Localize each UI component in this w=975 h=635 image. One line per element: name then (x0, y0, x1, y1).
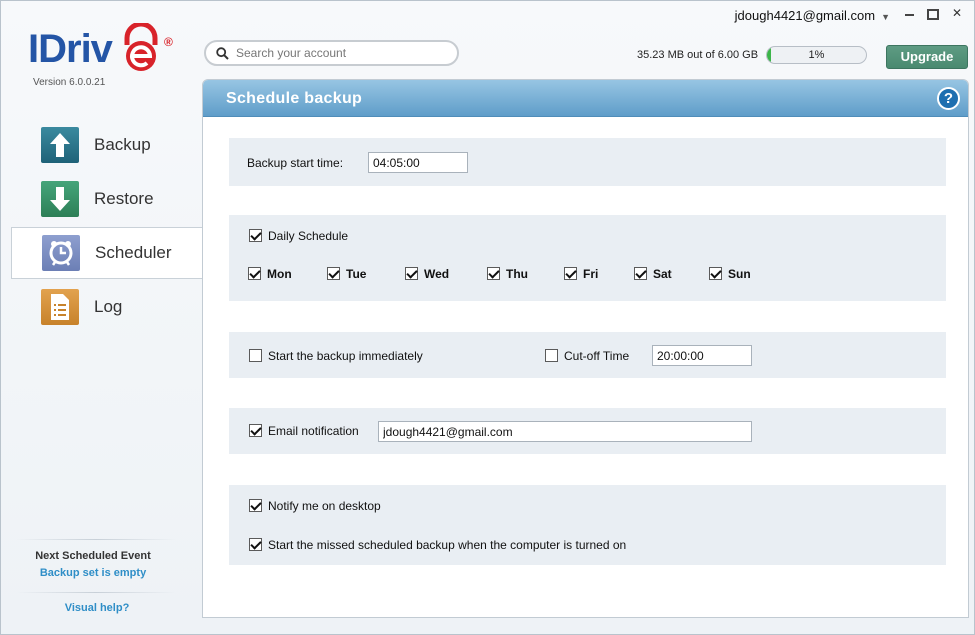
window-controls: ✕ (902, 5, 964, 21)
day-label-tue: Tue (346, 267, 367, 281)
close-icon[interactable]: ✕ (950, 5, 964, 21)
upgrade-button[interactable]: Upgrade (886, 45, 968, 69)
version-label: Version 6.0.0.21 (33, 77, 106, 88)
day-label-thu: Thu (506, 267, 528, 281)
email-notification-checkbox[interactable] (249, 424, 262, 437)
day-label-sat: Sat (653, 267, 672, 281)
sidebar-item-scheduler[interactable]: Scheduler (11, 227, 204, 279)
chevron-down-icon: ▼ (881, 11, 890, 22)
sidebar-item-label: Scheduler (95, 243, 172, 262)
missed-backup-label: Start the missed scheduled backup when t… (268, 538, 627, 552)
sidebar-nav: Backup Restore Scheduler Log (11, 119, 204, 335)
sidebar-item-label: Backup (94, 135, 151, 154)
logo-text: IDriv (28, 27, 113, 71)
schedule-panel: Schedule backup ? Backup start time: Dai… (202, 79, 969, 618)
cutoff-time-input[interactable] (652, 345, 752, 366)
logo-lock-e-icon (124, 23, 158, 71)
start-time-label: Backup start time: (247, 156, 344, 170)
panel-header: Schedule backup ? (203, 80, 968, 117)
sidebar-item-restore[interactable]: Restore (11, 173, 203, 225)
next-event-value[interactable]: Backup set is empty (1, 567, 185, 579)
email-field[interactable] (378, 421, 752, 442)
account-menu[interactable]: jdough4421@gmail.com ▼ (735, 8, 890, 23)
search-box[interactable] (204, 40, 459, 66)
next-event-title: Next Scheduled Event (35, 550, 151, 562)
maximize-icon[interactable] (926, 5, 940, 21)
logo-registered-mark: ® (164, 35, 173, 49)
alarm-clock-icon (42, 235, 80, 271)
download-arrow-icon (41, 181, 79, 217)
help-icon[interactable]: ? (937, 87, 960, 110)
start-immediately-label: Start the backup immediately (268, 349, 423, 363)
email-notification-section: Email notification (229, 408, 946, 454)
daily-schedule-section: Daily Schedule Mon Tue Wed Thu Fri Sat S… (229, 215, 946, 301)
day-checkbox-tue[interactable] (327, 267, 340, 280)
sidebar-item-label: Log (94, 297, 123, 316)
day-label-sun: Sun (728, 267, 751, 281)
day-checkbox-sat[interactable] (634, 267, 647, 280)
app-window: jdough4421@gmail.com ▼ ✕ IDriv ® Version … (0, 0, 975, 635)
sidebar-divider (16, 539, 176, 540)
day-checkbox-thu[interactable] (487, 267, 500, 280)
cutoff-time-label: Cut-off Time (564, 349, 630, 363)
start-options-section: Start the backup immediately Cut-off Tim… (229, 332, 946, 378)
start-time-section: Backup start time: (229, 138, 946, 186)
missed-backup-checkbox[interactable] (249, 538, 262, 551)
daily-schedule-checkbox[interactable] (249, 229, 262, 242)
day-checkbox-sun[interactable] (709, 267, 722, 280)
cutoff-time-checkbox[interactable] (545, 349, 558, 362)
storage-progress-bar: 1% (766, 46, 867, 64)
day-checkbox-mon[interactable] (248, 267, 261, 280)
day-checkbox-wed[interactable] (405, 267, 418, 280)
notify-desktop-checkbox[interactable] (249, 499, 262, 512)
sidebar-divider (16, 592, 176, 593)
search-icon (216, 46, 229, 60)
search-input[interactable] (236, 46, 446, 60)
sidebar-item-log[interactable]: Log (11, 281, 203, 333)
minimize-icon[interactable] (902, 5, 916, 21)
start-immediately-checkbox[interactable] (249, 349, 262, 362)
storage-progress-label: 1% (808, 49, 825, 61)
sidebar-item-label: Restore (94, 189, 154, 208)
notification-options-section: Notify me on desktop Start the missed sc… (229, 485, 946, 565)
day-label-mon: Mon (267, 267, 292, 281)
upload-arrow-icon (41, 127, 79, 163)
page-title: Schedule backup (226, 90, 363, 107)
document-list-icon (41, 289, 79, 325)
sidebar-item-backup[interactable]: Backup (11, 119, 203, 171)
storage-usage-text: 35.23 MB out of 6.00 GB (637, 49, 759, 61)
day-label-fri: Fri (583, 267, 599, 281)
visual-help-link[interactable]: Visual help? (1, 602, 193, 614)
account-email: jdough4421@gmail.com (734, 8, 876, 23)
day-checkbox-fri[interactable] (564, 267, 577, 280)
notify-desktop-label: Notify me on desktop (268, 499, 381, 513)
daily-schedule-label: Daily Schedule (268, 229, 349, 243)
day-label-wed: Wed (424, 267, 450, 281)
start-time-input[interactable] (368, 152, 468, 173)
email-notification-label: Email notification (268, 424, 359, 438)
